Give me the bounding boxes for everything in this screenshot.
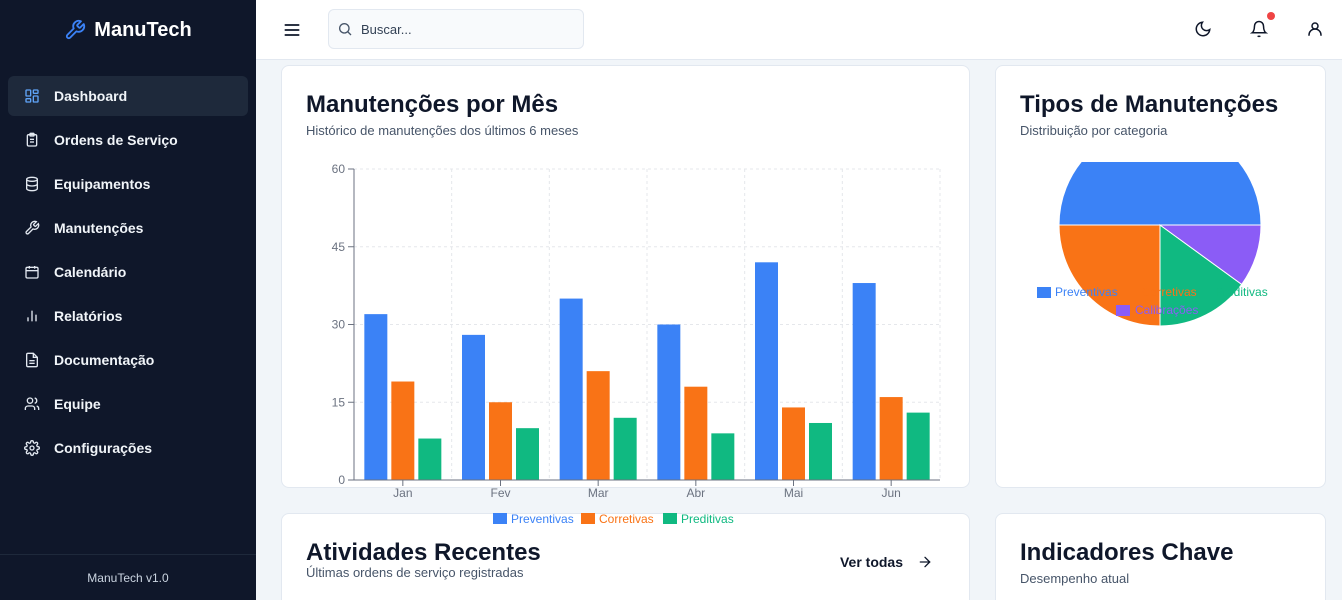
sidebar: ManuTech Dashboard Ordens de Serviço Equ… <box>0 0 256 600</box>
x-tick-label: Mar <box>588 486 609 500</box>
sidebar-item-calendario[interactable]: Calendário <box>8 252 248 292</box>
menu-icon[interactable] <box>282 20 302 40</box>
users-icon <box>24 397 40 410</box>
card-subtitle: Últimas ordens de serviço registradas <box>306 565 524 580</box>
sidebar-item-equipamentos[interactable]: Equipamentos <box>8 164 248 204</box>
card-title: Manutenções por Mês <box>306 91 559 118</box>
bar-chart-icon <box>27 310 37 322</box>
sidebar-nav: Dashboard Ordens de Serviço Equipamentos… <box>0 60 256 468</box>
bell-icon[interactable] <box>1250 20 1268 38</box>
card-subtitle: Histórico de manutenções dos últimos 6 m… <box>306 123 579 138</box>
sidebar-item-relatorios[interactable]: Relatórios <box>8 296 248 336</box>
sidebar-item-ordens[interactable]: Ordens de Serviço <box>8 120 248 160</box>
sidebar-item-documentacao[interactable]: Documentação <box>8 340 248 380</box>
x-tick-label: Fev <box>490 486 510 500</box>
calendar-icon <box>25 266 39 279</box>
sidebar-item-label: Dashboard <box>54 88 128 104</box>
x-tick-label: Mai <box>784 486 803 500</box>
sidebar-item-configuracoes[interactable]: Configurações <box>8 428 248 468</box>
arrow-right-icon <box>919 556 931 568</box>
sidebar-item-label: Equipamentos <box>54 176 151 192</box>
sidebar-item-label: Ordens de Serviço <box>54 132 178 148</box>
monthly-maintenance-card: Manutenções por Mês Histórico de manuten… <box>281 65 970 488</box>
key-indicators-card: Indicadores Chave Desempenho atual <box>995 513 1326 600</box>
maintenance-types-card: Tipos de Manutenções Distribuição por ca… <box>995 65 1326 488</box>
notification-badge <box>1267 12 1275 20</box>
card-title: Atividades Recentes <box>306 539 541 566</box>
dashboard-icon <box>25 89 39 103</box>
brand-name: ManuTech <box>94 18 192 41</box>
sidebar-item-dashboard[interactable]: Dashboard <box>8 76 248 116</box>
app-version: ManuTech v1.0 <box>0 554 256 600</box>
view-all-button[interactable]: Ver todas <box>840 554 933 570</box>
sidebar-item-label: Relatórios <box>54 308 123 324</box>
x-tick-label: Abr <box>686 486 705 500</box>
sidebar-item-label: Documentação <box>54 352 155 368</box>
sidebar-item-label: Configurações <box>54 440 153 456</box>
database-icon <box>26 176 38 192</box>
view-all-label: Ver todas <box>839 554 903 570</box>
wrench-icon <box>66 19 86 40</box>
gear-icon <box>24 440 40 456</box>
search-input[interactable] <box>361 21 561 37</box>
card-title: Indicadores Chave <box>1020 539 1234 566</box>
search-icon <box>339 23 352 36</box>
clipboard-icon <box>26 132 38 147</box>
x-tick-label: Jun <box>881 486 900 500</box>
card-subtitle: Distribuição por categoria <box>1020 123 1168 138</box>
sidebar-item-label: Manutenções <box>54 220 144 236</box>
user-icon[interactable] <box>1306 20 1324 38</box>
sidebar-item-label: Equipe <box>54 396 101 412</box>
search-box[interactable] <box>328 9 584 49</box>
document-icon <box>26 352 38 368</box>
moon-icon[interactable] <box>1194 20 1212 38</box>
topbar <box>256 0 1342 60</box>
recent-activities-card: Atividades Recentes Últimas ordens de se… <box>281 513 970 600</box>
sidebar-item-label: Calendário <box>54 264 127 280</box>
brand[interactable]: ManuTech <box>0 0 256 60</box>
wrench-icon <box>25 220 40 235</box>
card-subtitle: Desempenho atual <box>1020 571 1130 586</box>
sidebar-item-manutencoes[interactable]: Manutenções <box>8 208 248 248</box>
sidebar-item-equipe[interactable]: Equipe <box>8 384 248 424</box>
x-tick-label: Jan <box>393 486 412 500</box>
card-title: Tipos de Manutenções <box>1020 91 1279 118</box>
